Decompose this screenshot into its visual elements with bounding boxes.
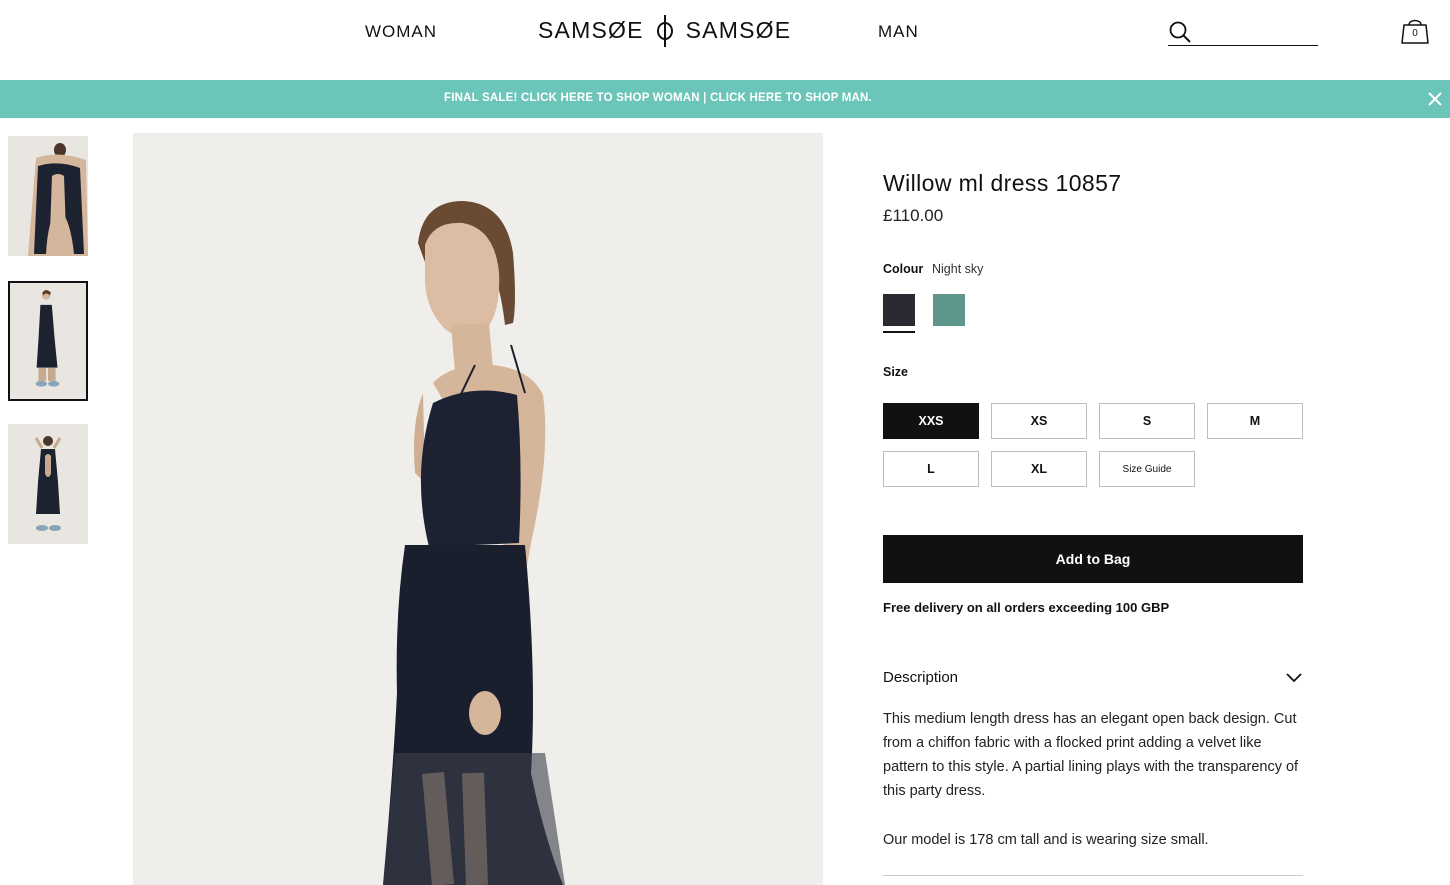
logo-mark-icon (654, 13, 676, 47)
size-option-xxs[interactable]: XXS (883, 403, 979, 439)
description-text: This medium length dress has an elegant … (883, 711, 1299, 799)
colour-value: Night sky (932, 262, 984, 276)
bag-count-badge: 0 (1412, 28, 1418, 39)
chevron-down-icon (1286, 673, 1302, 683)
size-label: Size (883, 365, 909, 379)
product-price: £110.00 (883, 206, 944, 225)
close-icon[interactable] (1426, 90, 1444, 108)
product-title: Willow ml dress 10857 (883, 170, 1122, 196)
size-option-s[interactable]: S (1099, 403, 1195, 439)
search-bar (1168, 18, 1318, 46)
sale-banner-link[interactable]: FINAL SALE! CLICK HERE TO SHOP WOMAN | C… (0, 92, 1316, 104)
size-option-xl[interactable]: XL (991, 451, 1087, 487)
brand-logo[interactable]: SAMSØE SAMSØE (538, 12, 791, 48)
size-guide-button[interactable]: Size Guide (1099, 451, 1195, 487)
model-photo (133, 133, 823, 885)
description-toggle[interactable]: Description (883, 668, 1303, 688)
thumbnail-front-view[interactable] (8, 281, 88, 401)
colour-label: Colour (883, 262, 924, 276)
size-option-xs[interactable]: XS (991, 403, 1087, 439)
site-header: WOMAN SAMSØE SAMSØE MAN 0 (0, 0, 1450, 80)
nav-woman-link[interactable]: WOMAN (365, 22, 437, 42)
logo-text-right: SAMSØE (685, 16, 792, 43)
description-title: Description (883, 669, 959, 686)
thumbnail-image (8, 136, 88, 256)
colour-swatch-green[interactable] (933, 294, 965, 326)
search-input[interactable] (1198, 20, 1316, 42)
selected-swatch-indicator (883, 331, 915, 333)
add-to-bag-button[interactable]: Add to Bag (883, 535, 1303, 583)
size-option-m[interactable]: M (1207, 403, 1303, 439)
sale-banner: FINAL SALE! CLICK HERE TO SHOP WOMAN | C… (0, 80, 1450, 118)
logo-text-left: SAMSØE (538, 16, 644, 43)
product-main-image[interactable] (133, 133, 823, 885)
delivery-note: Free delivery on all orders exceeding 10… (883, 600, 1170, 615)
thumbnail-image (8, 424, 88, 544)
section-divider (883, 875, 1303, 876)
size-option-l[interactable]: L (883, 451, 979, 487)
thumbnail-back-view[interactable] (8, 136, 88, 256)
search-icon[interactable] (1168, 20, 1192, 44)
shopping-bag-button[interactable]: 0 (1398, 16, 1432, 46)
model-size-note: Our model is 178 cm tall and is wearing … (883, 832, 1209, 848)
nav-man-link[interactable]: MAN (878, 22, 919, 42)
colour-swatch-night-sky[interactable] (883, 294, 915, 326)
thumbnail-back-full-view[interactable] (8, 424, 88, 544)
thumbnail-image (10, 284, 86, 398)
